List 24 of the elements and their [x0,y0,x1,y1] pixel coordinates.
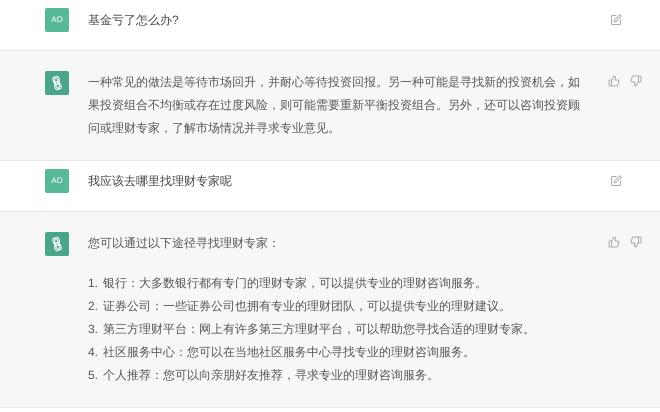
user-avatar: AO [45,8,69,32]
list-number: 4. [88,344,100,361]
logo-icon [45,71,69,95]
list-item: 银行：大多数银行都有专门的理财专家，可以提供专业的理财咨询服务。 [103,275,487,292]
logo-icon [45,232,69,256]
list-number: 1. [88,275,100,292]
list-number: 5. [88,367,100,384]
thumbs-up-icon[interactable] [608,75,620,87]
assistant-message: 一种常见的做法是等待市场回升，并耐心等待投资回报。另一种可能是寻找新的投资机会，如果投资组合不均衡或存在过度风险，则可能需要重新平衡投资组合。另外，还可以咨询投资顾问或理财专家，了解市场情况并寻求专业意见。 [88,74,581,137]
user-avatar: AO [45,169,69,193]
edit-icon[interactable] [610,175,622,187]
thumbs-down-icon[interactable] [630,236,642,248]
list-item: 证券公司：一些证券公司也拥有专业的理财团队，可以提供专业的理财建议。 [103,298,511,315]
list-number: 2. [88,298,100,315]
thumbs-up-icon[interactable] [608,236,620,248]
list-number: 3. [88,321,100,338]
list-item: 第三方理财平台：网上有许多第三方理财平台，可以帮助您寻找合适的理财专家。 [103,321,535,338]
thumbs-down-icon[interactable] [630,75,642,87]
list-item: 社区服务中心：您可以在当地社区服务中心寻找专业的理财咨询服务。 [103,344,475,361]
user-message: 基金亏了怎么办? [88,12,180,29]
user-message: 我应该去哪里找理财专家呢 [88,173,233,190]
assistant-message: 您可以通过以下途径寻找理财专家： [88,235,281,252]
list-item: 个人推荐：您可以向亲朋好友推荐，寻求专业的理财咨询服务。 [103,367,439,384]
edit-icon[interactable] [610,14,622,26]
